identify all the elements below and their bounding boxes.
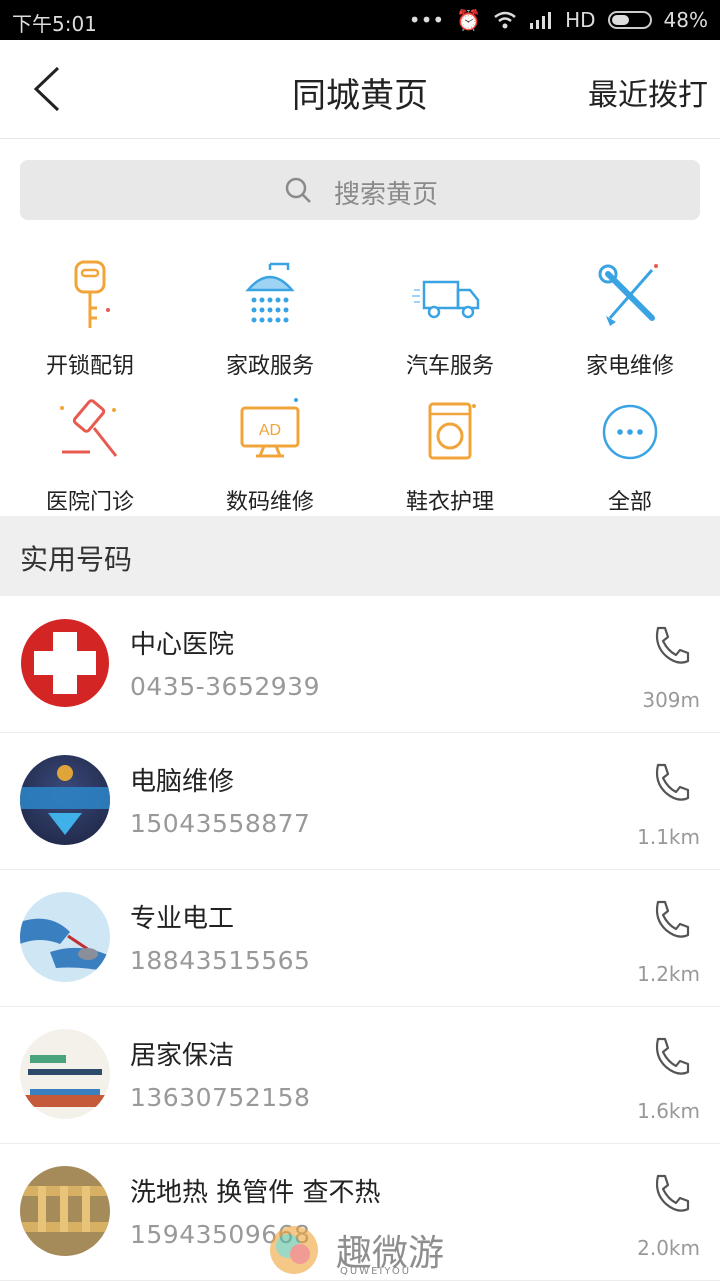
red-cross-logo	[21, 619, 109, 707]
svg-text:AD: AD	[259, 422, 281, 439]
recent-calls-link[interactable]: 最近拨打	[588, 70, 708, 114]
list-item[interactable]: 中心医院 0435-3652939 309m	[0, 596, 720, 733]
list-item[interactable]: 电脑维修 15043558877 1.1km	[0, 733, 720, 870]
category-label: 家电维修	[585, 354, 674, 379]
alarm-icon: ⏰	[456, 8, 482, 32]
distance-label: 1.1km	[637, 825, 700, 849]
network-type: HD	[565, 8, 596, 32]
phone-icon[interactable]	[650, 761, 690, 805]
shower-icon	[245, 262, 295, 323]
wifi-icon	[494, 11, 516, 29]
contact-phone: 13630752158	[130, 1083, 311, 1112]
category-laundry[interactable]: 鞋衣护理	[360, 392, 540, 515]
signal-icon	[530, 12, 552, 29]
more-icon	[602, 404, 658, 460]
key-icon	[74, 260, 110, 328]
phone-icon[interactable]	[650, 1172, 690, 1216]
section-title: 实用号码	[20, 543, 133, 576]
tools-icon	[598, 264, 658, 326]
status-bar: 下午5:01 ••• ⏰ HD 48%	[0, 0, 720, 40]
distance-label: 309m	[642, 688, 700, 712]
electrician-logo	[20, 918, 110, 972]
more-dots-icon: •••	[408, 8, 445, 32]
list-item[interactable]: 居家保洁 13630752158 1.6km	[0, 1007, 720, 1144]
monitor-ad-icon: AD	[240, 398, 300, 458]
contact-name: 洗地热 换管件 查不热	[130, 1178, 381, 1208]
computer-repair-logo	[20, 765, 110, 835]
category-hospital[interactable]: 医院门诊	[0, 392, 180, 515]
watermark-subtext: QUWEIYOU	[340, 1266, 412, 1277]
contact-name: 居家保洁	[130, 1041, 235, 1071]
category-housekeeping[interactable]: 家政服务	[180, 256, 360, 379]
truck-icon	[412, 280, 480, 319]
search-bar[interactable]: 搜索黄页	[20, 160, 700, 220]
contact-name: 专业电工	[130, 904, 235, 934]
gavel-icon	[60, 399, 118, 457]
watermark-logo-icon	[270, 1226, 318, 1274]
distance-label: 2.0km	[637, 1236, 700, 1260]
category-label: 鞋衣护理	[405, 490, 494, 515]
contact-name: 电脑维修	[130, 767, 235, 797]
nav-bar: 同城黄页 最近拨打	[0, 40, 720, 139]
battery-icon	[607, 11, 652, 29]
search-icon	[285, 177, 311, 203]
category-label: 开锁配钥	[45, 354, 134, 379]
contact-phone: 0435-3652939	[130, 672, 320, 701]
phone-icon[interactable]	[650, 898, 690, 942]
battery-percent: 48%	[663, 8, 708, 32]
contact-phone: 18843515565	[130, 946, 311, 975]
category-label: 数码维修	[225, 490, 314, 515]
category-label: 医院门诊	[45, 490, 134, 515]
contact-phone: 15043558877	[130, 809, 311, 838]
avatar	[20, 618, 110, 708]
category-label: 家政服务	[225, 354, 314, 379]
distance-label: 1.2km	[637, 962, 700, 986]
avatar	[20, 1029, 110, 1119]
list-item[interactable]: 专业电工 18843515565 1.2km	[0, 870, 720, 1007]
category-label: 汽车服务	[405, 354, 494, 379]
distance-label: 1.6km	[637, 1099, 700, 1123]
category-label: 全部	[607, 490, 652, 515]
contact-name: 中心医院	[130, 630, 235, 660]
housekeeping-logo	[20, 1055, 110, 1107]
search-placeholder: 搜索黄页	[334, 180, 439, 210]
category-digital-repair[interactable]: AD 数码维修	[180, 392, 360, 515]
phone-icon[interactable]	[650, 1035, 690, 1079]
avatar	[20, 892, 110, 982]
section-header: 实用号码	[0, 516, 720, 596]
watermark: 趣微游 QUWEIYOU	[266, 1220, 466, 1280]
avatar	[20, 1166, 110, 1256]
phone-icon[interactable]	[650, 624, 690, 668]
status-time: 下午5:01	[12, 12, 97, 36]
category-all[interactable]: 全部	[540, 392, 720, 515]
washing-machine-icon	[428, 402, 476, 460]
category-appliance-repair[interactable]: 家电维修	[540, 256, 720, 379]
plumbing-logo	[20, 1186, 110, 1232]
avatar	[20, 755, 110, 845]
category-unlock[interactable]: 开锁配钥	[0, 256, 180, 379]
category-car[interactable]: 汽车服务	[360, 256, 540, 379]
